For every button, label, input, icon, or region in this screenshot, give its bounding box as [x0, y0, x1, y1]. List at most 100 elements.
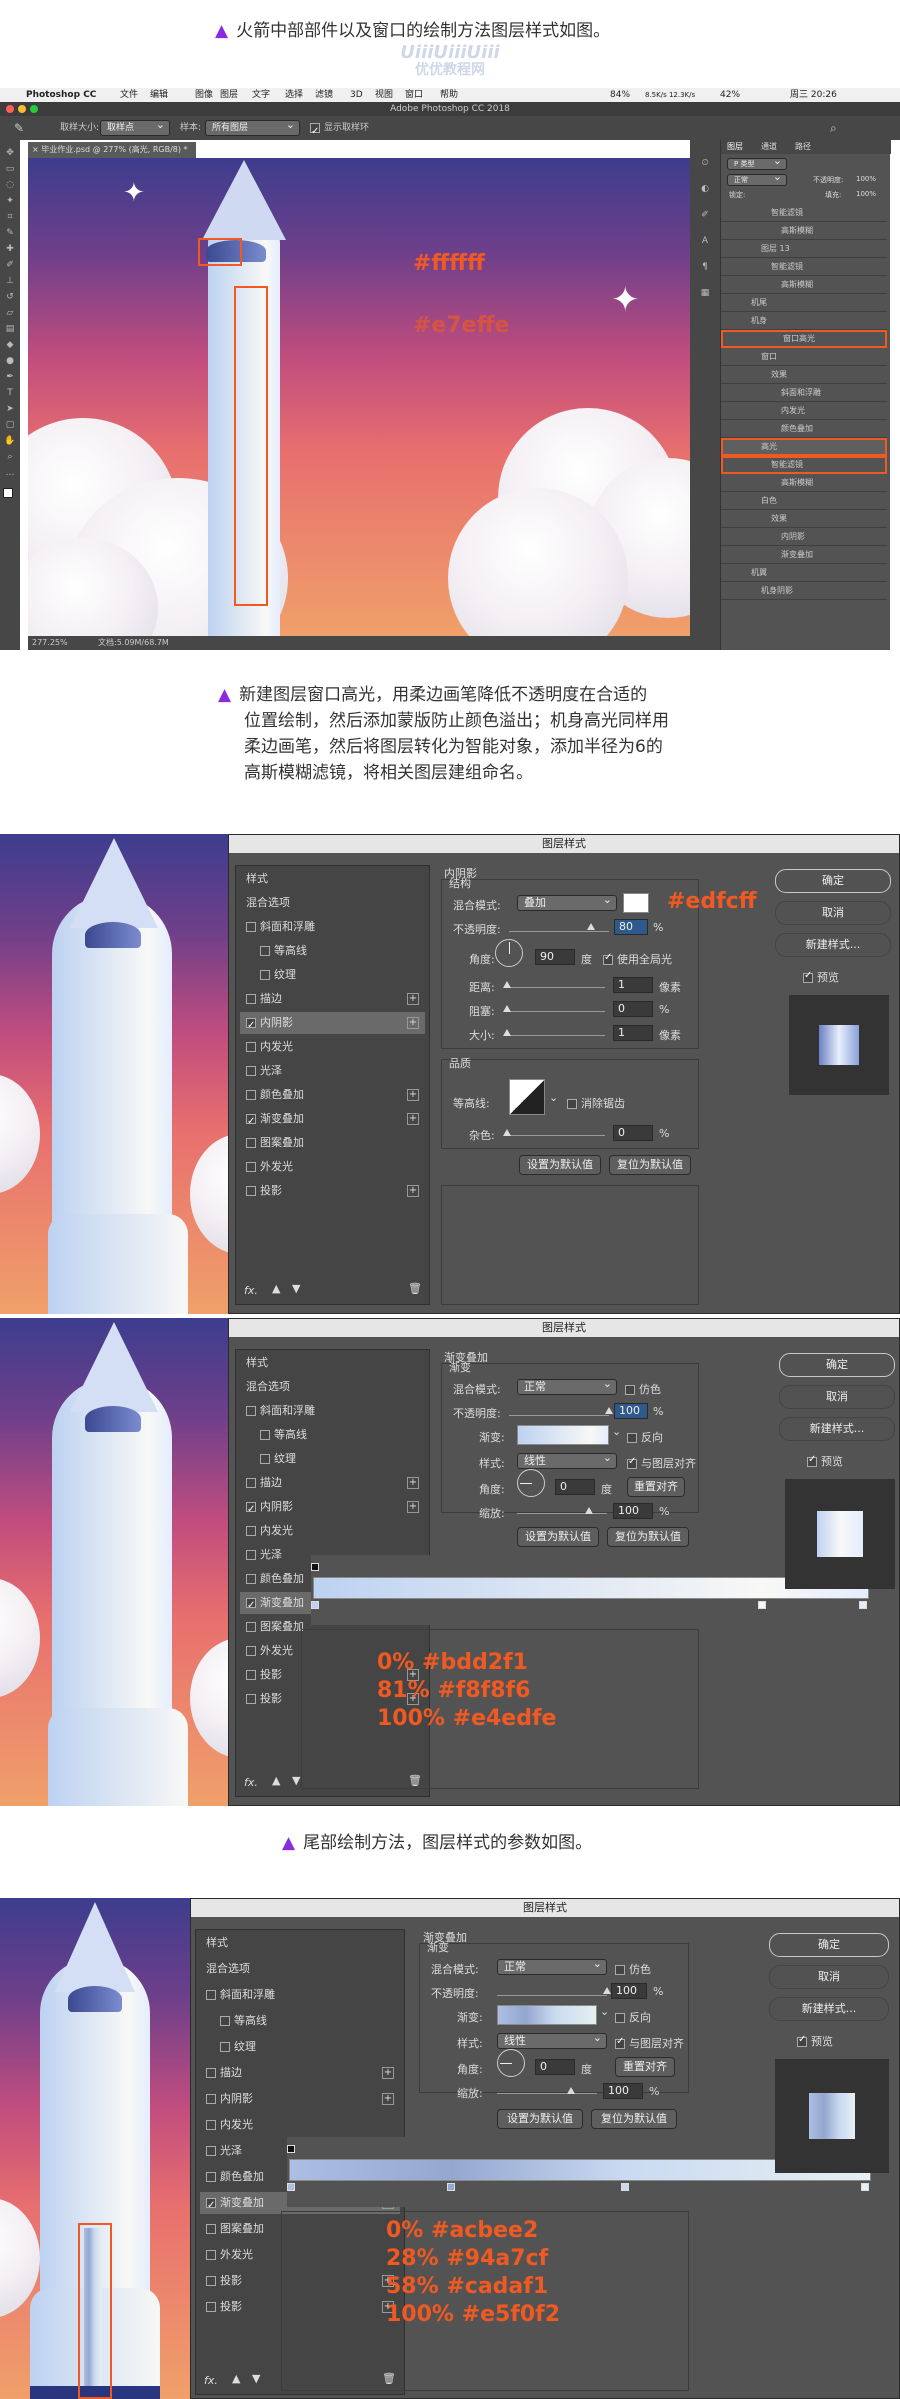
color-stop-58[interactable] [621, 2183, 629, 2191]
preview-checkbox[interactable]: 预览 [807, 1453, 843, 1469]
blur-tool-icon[interactable]: ◆ [4, 340, 16, 351]
layer-row[interactable]: 高斯模糊 [721, 222, 887, 240]
set-default-button[interactable]: 设置为默认值 [519, 1155, 601, 1175]
style-texture[interactable]: 纹理 [240, 1448, 425, 1470]
style-inner-glow[interactable]: 内发光 [200, 2114, 400, 2136]
distance-knob[interactable] [503, 981, 511, 988]
style-outer-glow[interactable]: 外发光 [240, 1156, 425, 1178]
layer-row[interactable]: 渐变叠加 [721, 546, 887, 564]
gradient-dropdown-icon[interactable]: ⌄ [612, 1425, 621, 1438]
layer-row[interactable]: 机翼 [721, 564, 887, 582]
layer-row[interactable]: 颜色叠加 [721, 420, 887, 438]
healing-tool-icon[interactable]: ✚ [4, 244, 16, 255]
eraser-tool-icon[interactable]: ▱ [4, 308, 16, 319]
scale-slider[interactable] [517, 1513, 607, 1514]
gradient-preview[interactable] [497, 2005, 597, 2025]
dither-checkbox[interactable]: 仿色 [615, 1961, 651, 1977]
blend-mode-select[interactable]: 叠加 [517, 893, 617, 911]
reset-align-button[interactable]: 重置对齐 [627, 1477, 685, 1497]
preview-checkbox[interactable]: 预览 [803, 969, 839, 985]
menu-filter[interactable]: 滤镜 [315, 88, 333, 102]
opacity-field[interactable]: 100 [614, 1403, 648, 1419]
style-bevel[interactable]: 斜面和浮雕 [240, 916, 425, 938]
cancel-button[interactable]: 取消 [779, 1385, 895, 1409]
noise-field[interactable]: 0 [613, 1125, 653, 1141]
style-drop-shadow[interactable]: 投影 + [240, 1180, 425, 1202]
cancel-button[interactable]: 取消 [775, 901, 891, 925]
style-satin[interactable]: 光泽 [240, 1060, 425, 1082]
global-light-checkbox[interactable]: 使用全局光 [603, 951, 672, 967]
move-up-icon[interactable]: ▲ [272, 1774, 280, 1787]
eyedropper-tool-icon[interactable]: ✎ [4, 228, 16, 239]
reset-default-button[interactable]: 复位为默认值 [609, 1155, 691, 1175]
style-select[interactable]: 线性 [517, 1451, 617, 1469]
color-stop-100[interactable] [859, 1601, 867, 1609]
style-stroke[interactable]: 描边 + [240, 988, 425, 1010]
blend-options-item[interactable]: 混合选项 [200, 1958, 400, 1980]
cancel-button[interactable]: 取消 [769, 1965, 889, 1989]
menu-type[interactable]: 文字 [252, 88, 270, 102]
fill-value[interactable]: 100% [856, 190, 876, 198]
blend-mode-select[interactable]: 正常 [517, 1377, 617, 1395]
eyedropper-icon[interactable]: ✎ [14, 116, 24, 140]
pen-tool-icon[interactable]: ✒ [4, 372, 16, 383]
menu-layer[interactable]: 图层 [220, 88, 238, 102]
zoom-tool-icon[interactable]: ⌕ [4, 452, 16, 463]
paragraph-panel-icon[interactable]: ¶ [699, 262, 711, 273]
hand-tool-icon[interactable]: ✋ [4, 436, 16, 447]
show-ring-checkbox[interactable]: 显示取样环 [310, 116, 369, 144]
foreground-color-swatch[interactable] [3, 488, 13, 498]
blend-options-item[interactable]: 混合选项 [240, 892, 425, 914]
reset-default-button[interactable]: 复位为默认值 [607, 1527, 689, 1547]
type-tool-icon[interactable]: T [4, 388, 16, 399]
canvas[interactable]: ✦ ✦ #ffffff #e7effe [28, 158, 690, 636]
layer-row[interactable]: 斜面和浮雕 [721, 384, 887, 402]
styles-header[interactable]: 样式 [200, 1932, 400, 1954]
noise-knob[interactable] [503, 1129, 511, 1136]
ok-button[interactable]: 确定 [775, 869, 891, 893]
sample-size-select[interactable]: 取样点 [100, 118, 170, 136]
reset-default-button[interactable]: 复位为默认值 [591, 2109, 677, 2129]
style-pattern-overlay[interactable]: 图案叠加 [240, 1132, 425, 1154]
layer-row[interactable]: 效果 [721, 510, 887, 528]
angle-field[interactable]: 90 [535, 949, 575, 965]
reverse-checkbox[interactable]: 反向 [627, 1429, 663, 1445]
character-panel-icon[interactable]: A [699, 236, 711, 247]
noise-slider[interactable] [505, 1135, 605, 1136]
style-inner-shadow[interactable]: 内阴影+ [240, 1012, 425, 1037]
history-panel-icon[interactable]: ⏲ [699, 158, 711, 169]
color-stop-81[interactable] [758, 1601, 766, 1609]
layer-row[interactable]: 内发光 [721, 402, 887, 420]
distance-field[interactable]: 1 [613, 977, 653, 993]
opacity-field[interactable]: 100 [611, 1983, 647, 1999]
adjust-panel-icon[interactable]: ◐ [699, 184, 711, 195]
scale-field[interactable]: 100 [613, 1503, 653, 1519]
style-color-overlay[interactable]: 颜色叠加+ [240, 1084, 425, 1106]
color-stop-0[interactable] [311, 1601, 319, 1609]
move-tool-icon[interactable]: ✥ [4, 148, 16, 159]
color-stop-0[interactable] [287, 2183, 295, 2191]
tab-paths[interactable]: 路径 [795, 140, 811, 154]
ok-button[interactable]: 确定 [769, 1933, 889, 1957]
opacity-slider[interactable] [509, 1415, 609, 1416]
layer-row[interactable]: 智能滤镜 [721, 258, 887, 276]
layer-row[interactable]: 高斯模糊 [721, 474, 887, 492]
dither-checkbox[interactable]: 仿色 [625, 1381, 661, 1397]
document-tab[interactable]: × 毕业作业.psd @ 277% (高光, RGB/8) * [28, 142, 196, 158]
opacity-stop-left[interactable] [311, 1563, 319, 1571]
layer-row-highlight[interactable]: 高光 [721, 438, 887, 456]
layer-row[interactable]: 机尾 [721, 294, 887, 312]
scale-field[interactable]: 100 [603, 2083, 643, 2099]
angle-field[interactable]: 0 [535, 2059, 575, 2075]
shadow-color-swatch[interactable] [623, 893, 649, 913]
brush-tool-icon[interactable]: ✐ [4, 260, 16, 271]
layer-row[interactable]: 白色 [721, 492, 887, 510]
distance-slider[interactable] [505, 987, 605, 988]
crop-tool-icon[interactable]: ⌗ [4, 212, 16, 223]
opacity-knob[interactable] [587, 923, 595, 930]
menu-app-name[interactable]: Photoshop CC [26, 88, 96, 102]
style-inner-shadow[interactable]: 内阴影+ [200, 2088, 400, 2110]
styles-header[interactable]: 样式 [240, 868, 425, 890]
choke-field[interactable]: 0 [613, 1001, 653, 1017]
layer-row[interactable]: 机身 [721, 312, 887, 330]
